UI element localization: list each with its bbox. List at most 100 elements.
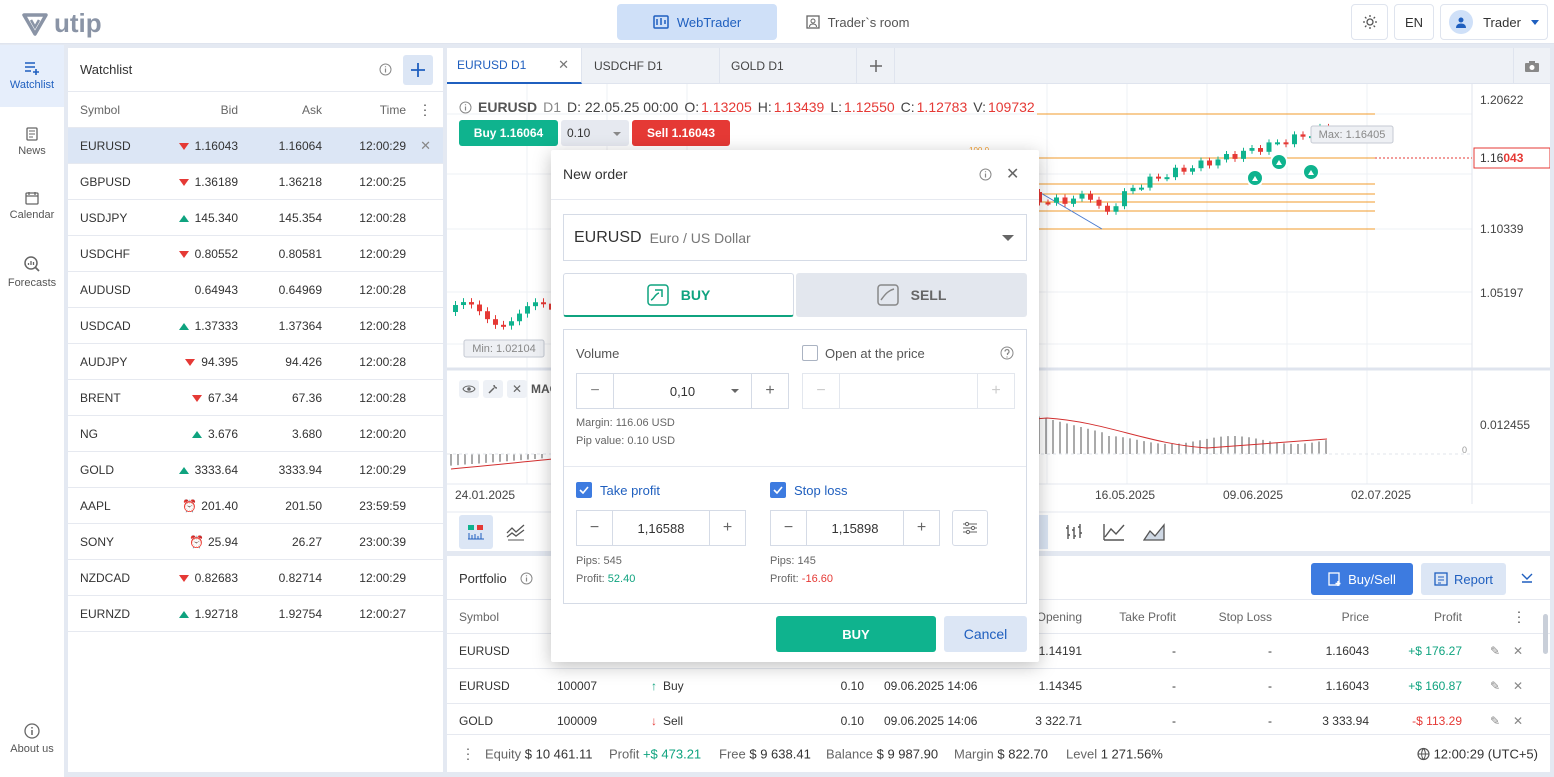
- buy-side-tab[interactable]: BUY: [563, 273, 794, 317]
- submit-buy-button[interactable]: BUY: [776, 616, 936, 652]
- col-price[interactable]: Price: [1342, 610, 1369, 624]
- watchlist-row[interactable]: NZDCAD 0.82683 0.82714 12:00:29: [68, 560, 443, 596]
- col-symbol[interactable]: Symbol: [459, 610, 499, 624]
- quick-buy-button[interactable]: Buy 1.16064: [459, 120, 558, 146]
- sidebar-item-forecasts[interactable]: Forecasts: [0, 255, 64, 289]
- buy-sell-button[interactable]: Buy/Sell: [1311, 563, 1413, 595]
- traders-room-tab[interactable]: Trader`s room: [790, 4, 925, 40]
- close-icon[interactable]: ✕: [1006, 164, 1019, 184]
- candle: [1275, 142, 1280, 145]
- report-button[interactable]: Report: [1421, 563, 1506, 595]
- col-ask[interactable]: Ask: [302, 103, 322, 117]
- col-time[interactable]: Time: [380, 103, 406, 117]
- plus-button[interactable]: +: [904, 519, 939, 537]
- theme-toggle-button[interactable]: [1351, 4, 1388, 40]
- ohlc-bars-button[interactable]: [1060, 515, 1088, 549]
- take-profit-stepper[interactable]: − 1,16588 +: [576, 510, 746, 546]
- cancel-button[interactable]: Cancel: [944, 616, 1027, 652]
- trade-markers[interactable]: [1246, 153, 1320, 187]
- more-vertical-icon[interactable]: ⋮: [418, 101, 432, 118]
- minus-button[interactable]: −: [771, 519, 806, 537]
- info-icon[interactable]: [979, 168, 992, 184]
- screenshot-button[interactable]: [1513, 48, 1550, 84]
- watchlist-row[interactable]: NG 3.676 3.680 12:00:20: [68, 416, 443, 452]
- wrench-icon[interactable]: [483, 380, 503, 398]
- watchlist-row[interactable]: EURNZD 1.92718 1.92754 12:00:27: [68, 596, 443, 632]
- close-icon[interactable]: ✕: [1513, 714, 1523, 728]
- watchlist-row[interactable]: EURUSD 1.16043 1.16064 12:00:29 ✕: [68, 128, 443, 164]
- logo[interactable]: utip: [22, 8, 102, 39]
- candles-chart-type-button[interactable]: [459, 515, 493, 549]
- eye-icon[interactable]: [459, 380, 479, 398]
- watchlist-row[interactable]: BRENT 67.34 67.36 12:00:28: [68, 380, 443, 416]
- watchlist-row[interactable]: SONY ⏰ 25.94 26.27 23:00:39: [68, 524, 443, 560]
- quick-sell-button[interactable]: Sell 1.16043: [632, 120, 730, 146]
- close-icon[interactable]: ✕: [558, 57, 569, 73]
- tab-eurusd[interactable]: EURUSD D1 ✕: [447, 48, 582, 84]
- add-tab-button[interactable]: [857, 48, 895, 84]
- tab-usdchf[interactable]: USDCHF D1: [584, 48, 720, 84]
- sltp-settings-button[interactable]: [952, 510, 988, 546]
- indicators-button[interactable]: [501, 515, 531, 549]
- watchlist-row[interactable]: GOLD 3333.64 3333.94 12:00:29: [68, 452, 443, 488]
- take-profit-checkbox[interactable]: [576, 482, 592, 498]
- sidebar-item-watchlist[interactable]: Watchlist: [0, 45, 64, 107]
- tab-gold[interactable]: GOLD D1: [721, 48, 857, 84]
- more-vertical-icon[interactable]: ⋮: [1512, 608, 1526, 625]
- plus-button[interactable]: +: [752, 382, 788, 400]
- col-stop-loss[interactable]: Stop Loss: [1219, 610, 1272, 624]
- area-chart-button[interactable]: [1140, 515, 1168, 549]
- stop-loss-checkbox[interactable]: [770, 482, 786, 498]
- take-profit-input[interactable]: 1,16588: [612, 511, 710, 545]
- volume-input[interactable]: 0,10: [613, 374, 752, 408]
- bid-value: 1.37333: [194, 318, 238, 333]
- watchlist-row[interactable]: AUDUSD 0.64943 0.64969 12:00:28: [68, 272, 443, 308]
- portfolio-row[interactable]: EURUSD 100007 ↑ Buy 0.10 09.06.2025 14:06 1.14…: [447, 669, 1550, 704]
- chevron-down-icon[interactable]: [731, 389, 739, 393]
- stop-loss-input[interactable]: 1,15898: [806, 511, 904, 545]
- close-icon[interactable]: ✕: [420, 138, 431, 154]
- plus-button[interactable]: +: [710, 519, 745, 537]
- info-icon[interactable]: [379, 63, 392, 79]
- stop-loss-stepper[interactable]: − 1,15898 +: [770, 510, 940, 546]
- edit-icon[interactable]: ✎: [1490, 644, 1500, 658]
- col-symbol[interactable]: Symbol: [80, 103, 120, 117]
- info-icon[interactable]: [520, 572, 533, 588]
- watchlist-row[interactable]: USDCAD 1.37333 1.37364 12:00:28: [68, 308, 443, 344]
- profit: -$ 113.29: [1412, 714, 1462, 728]
- col-profit[interactable]: Profit: [1434, 610, 1462, 624]
- edit-icon[interactable]: ✎: [1490, 714, 1500, 728]
- line-chart-button[interactable]: [1100, 515, 1128, 549]
- collapse-icon[interactable]: [1520, 570, 1534, 587]
- minus-button[interactable]: −: [577, 519, 612, 537]
- sidebar-item-calendar[interactable]: Calendar: [0, 191, 64, 221]
- user-menu-button[interactable]: Trader: [1440, 4, 1548, 40]
- sell-side-tab[interactable]: SELL: [796, 273, 1027, 317]
- close-icon[interactable]: ✕: [1513, 679, 1523, 693]
- watchlist-row[interactable]: AAPL ⏰ 201.40 201.50 23:59:59: [68, 488, 443, 524]
- minus-button[interactable]: −: [577, 382, 613, 400]
- watchlist-row[interactable]: AUDJPY 94.395 94.426 12:00:28: [68, 344, 443, 380]
- col-opening[interactable]: Opening: [1037, 610, 1082, 624]
- help-icon[interactable]: [1000, 346, 1014, 363]
- add-symbol-button[interactable]: [403, 55, 433, 85]
- more-vertical-icon[interactable]: ⋮: [461, 745, 475, 762]
- close-icon[interactable]: ✕: [507, 380, 527, 398]
- edit-icon[interactable]: ✎: [1490, 679, 1500, 693]
- volume-stepper[interactable]: − 0,10 +: [576, 373, 789, 409]
- watchlist-row[interactable]: USDJPY 145.340 145.354 12:00:28: [68, 200, 443, 236]
- close-icon[interactable]: ✕: [1513, 644, 1523, 658]
- col-take-profit[interactable]: Take Profit: [1119, 610, 1176, 624]
- sidebar-item-news[interactable]: News: [0, 127, 64, 157]
- open-at-price-checkbox[interactable]: [802, 345, 818, 361]
- symbol-select[interactable]: EURUSD Euro / US Dollar: [563, 214, 1027, 261]
- sidebar-item-about[interactable]: About us: [0, 723, 64, 755]
- watchlist-row[interactable]: USDCHF 0.80552 0.80581 12:00:29: [68, 236, 443, 272]
- info-icon[interactable]: [459, 101, 472, 114]
- scrollbar[interactable]: [1543, 614, 1548, 654]
- webtrader-tab[interactable]: WebTrader: [617, 4, 777, 40]
- language-button[interactable]: EN: [1394, 4, 1434, 40]
- quick-lot-select[interactable]: 0.10: [561, 120, 629, 146]
- watchlist-row[interactable]: GBPUSD 1.36189 1.36218 12:00:25: [68, 164, 443, 200]
- col-bid[interactable]: Bid: [221, 103, 238, 117]
